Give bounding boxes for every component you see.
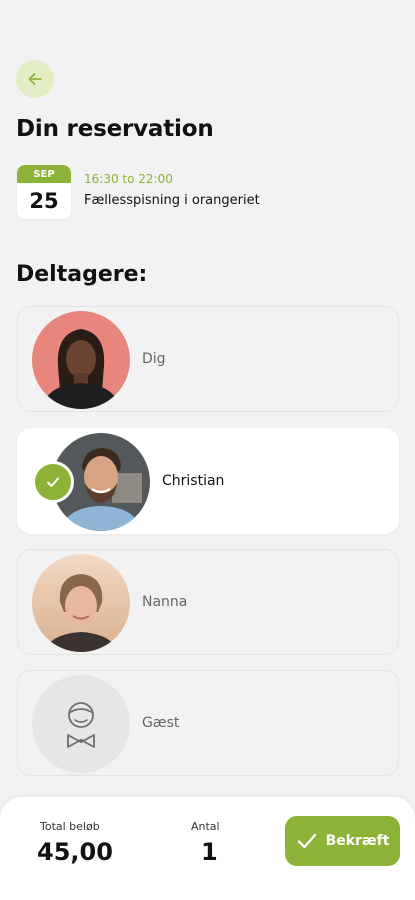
date-month: SEP: [17, 165, 71, 183]
selected-check-badge: [32, 461, 74, 503]
event-time: 16:30 to 22:00: [84, 172, 173, 186]
avatar: [32, 554, 130, 652]
avatar: [32, 311, 130, 409]
participant-card-guest[interactable]: Gæst: [17, 670, 399, 776]
checkmark-icon: [47, 477, 59, 487]
participant-card-dig[interactable]: Dig: [17, 306, 399, 412]
event-name: Fællesspisning i orangeriet: [84, 193, 260, 208]
participant-card-nanna[interactable]: Nanna: [17, 549, 399, 655]
participant-name: Gæst: [142, 715, 180, 731]
confirm-button-label: Bekræft: [325, 833, 390, 849]
back-button[interactable]: [16, 60, 54, 98]
participant-name: Dig: [142, 351, 166, 367]
checkmark-icon: [297, 833, 316, 849]
participant-card-christian[interactable]: Christian: [17, 428, 399, 534]
total-label: Total beløb: [40, 820, 100, 833]
date-badge: SEP 25: [17, 165, 71, 219]
date-day: 25: [29, 189, 59, 213]
participant-name: Nanna: [142, 594, 188, 610]
participant-name: Christian: [162, 473, 225, 489]
total-value: 45,00: [37, 838, 113, 866]
confirm-button[interactable]: Bekræft: [285, 816, 400, 866]
count-label: Antal: [191, 820, 220, 833]
arrow-left-icon: [28, 73, 42, 85]
participants-title: Deltagere:: [16, 262, 148, 287]
guest-placeholder-icon: [32, 675, 130, 773]
count-value: 1: [201, 838, 218, 866]
page-title: Din reservation: [16, 116, 214, 142]
